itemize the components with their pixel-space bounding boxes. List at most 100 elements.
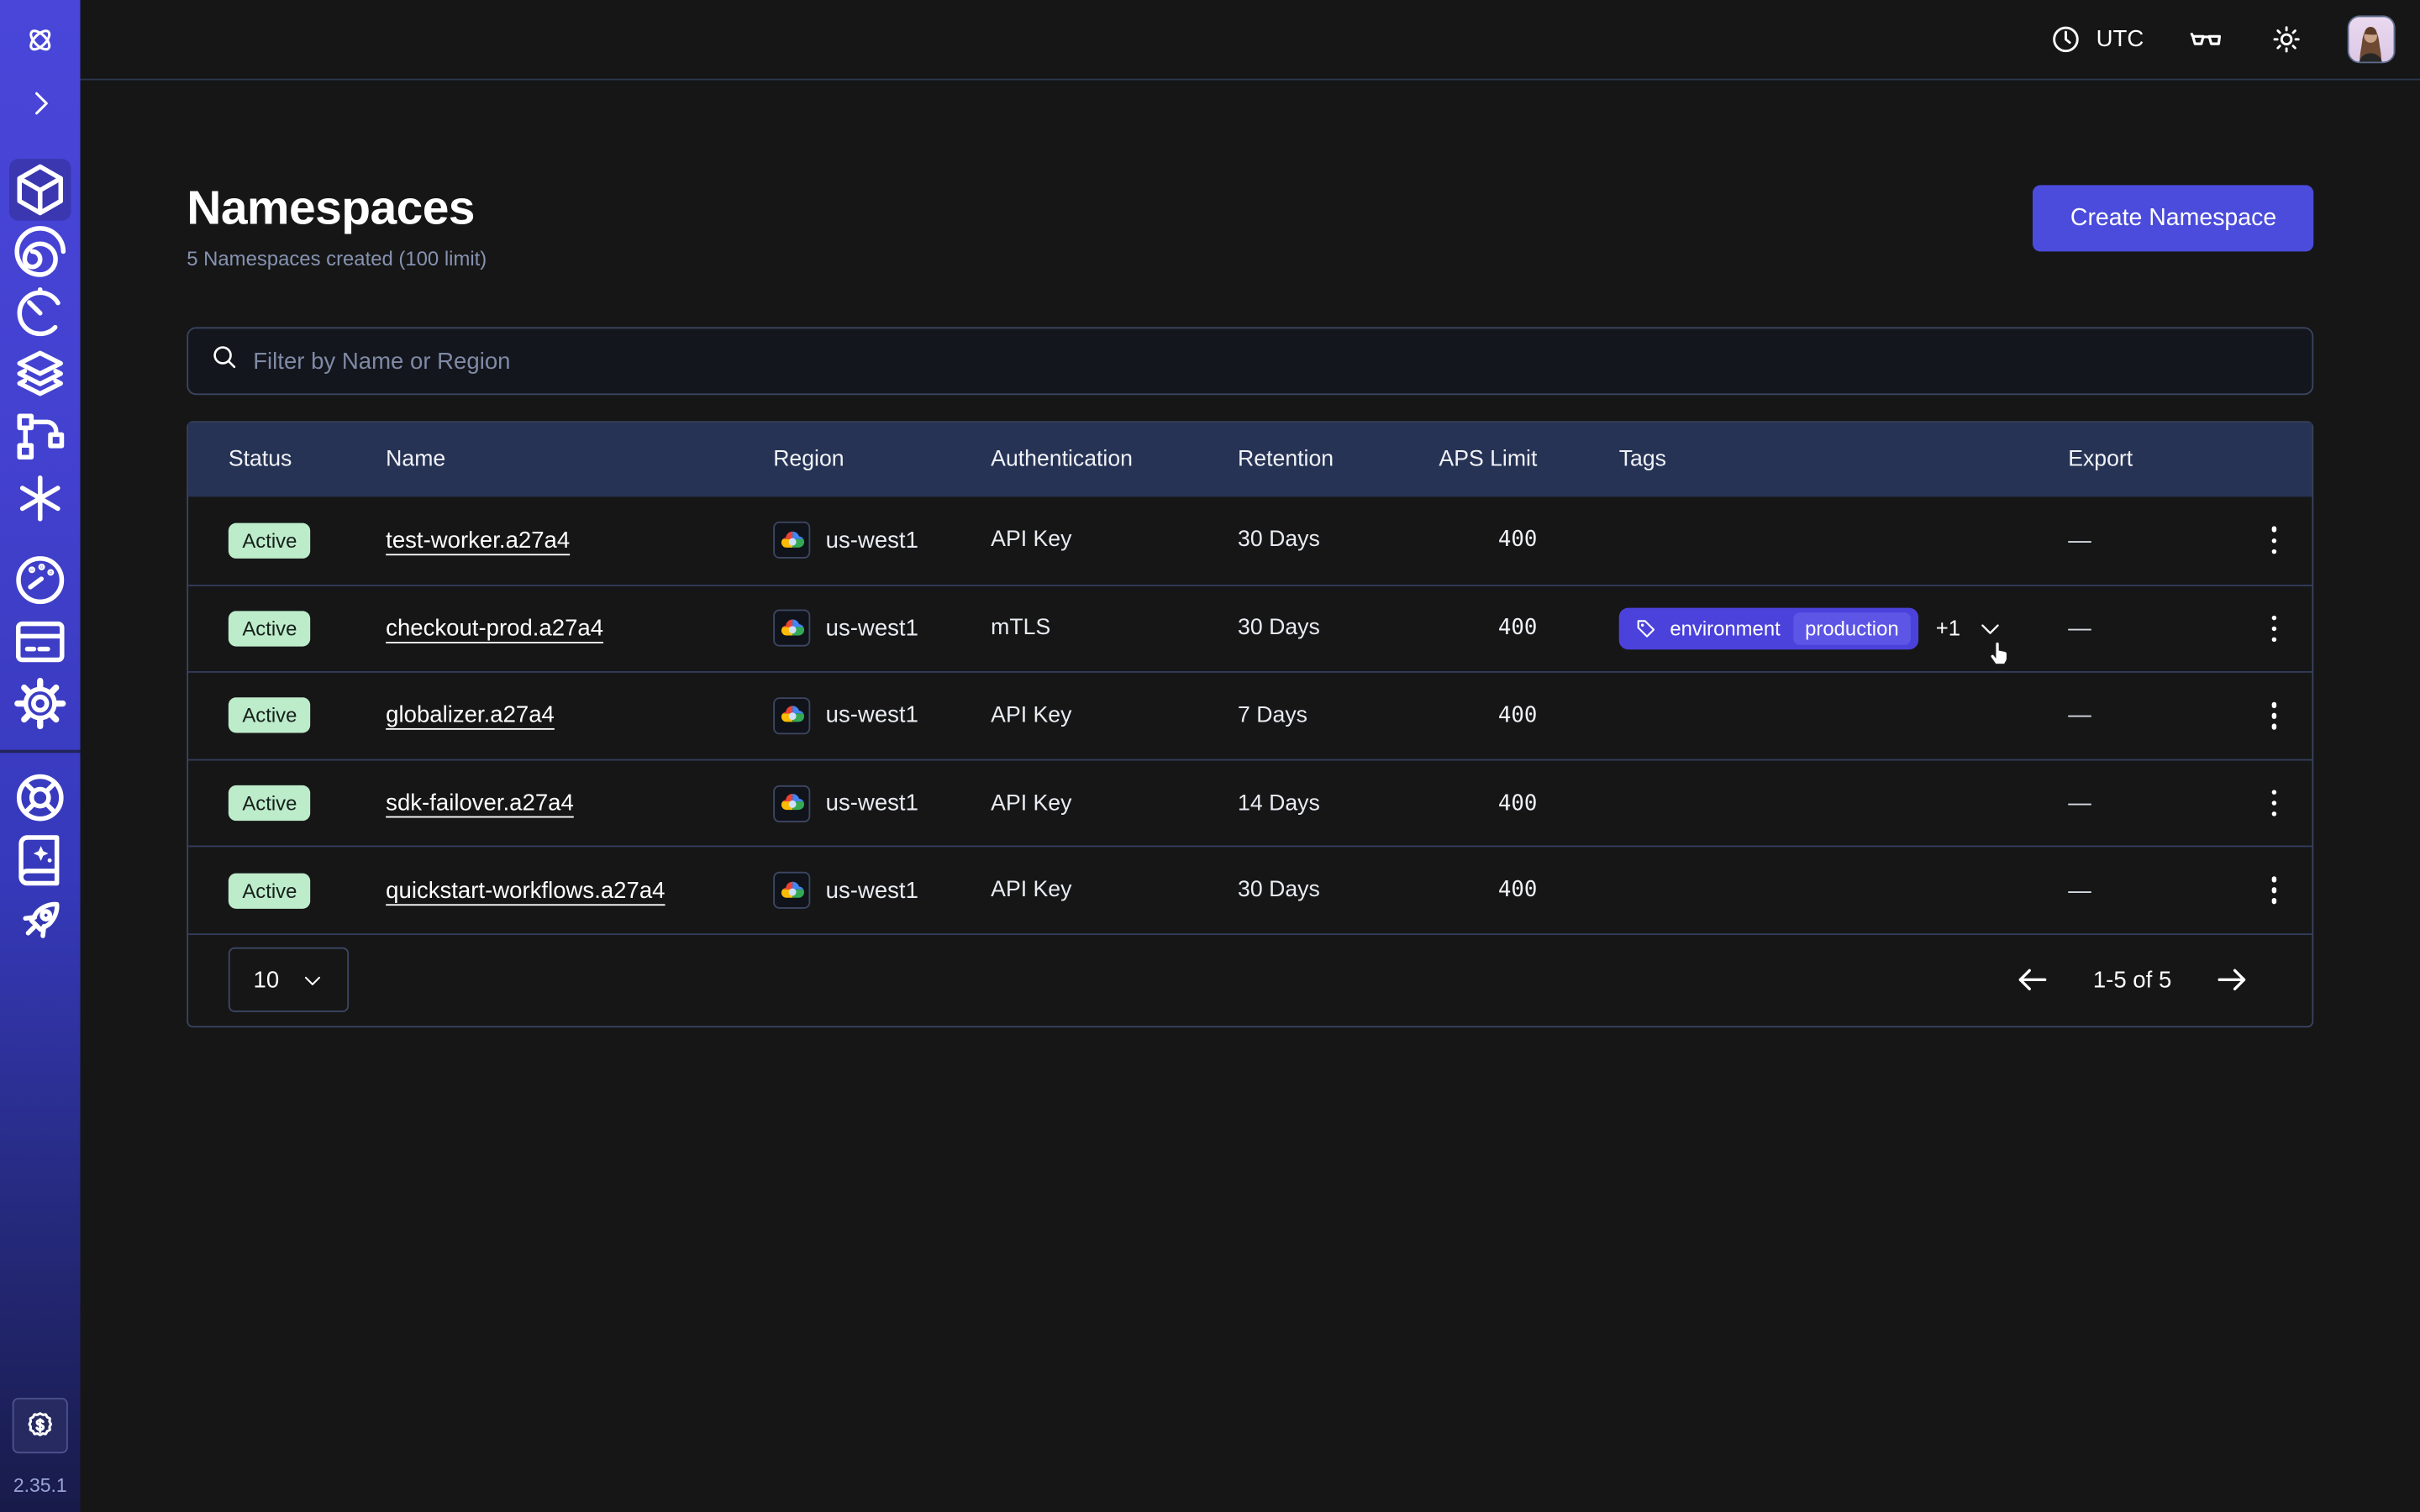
tag-value: production: [1792, 612, 1911, 645]
gcp-cloud-icon: [773, 522, 810, 559]
nav-book-sparkle-icon[interactable]: [9, 828, 71, 890]
aps-limit-value: 400: [1423, 617, 1537, 641]
table-row[interactable]: Active globalizer.a27a4 us-west1: [188, 671, 2312, 759]
nav-timer-icon[interactable]: [9, 282, 71, 344]
namespaces-table: Status Name Region Authentication Retent…: [187, 421, 2313, 1027]
row-menu-kebab-icon[interactable]: [2265, 609, 2283, 648]
column-header-status: Status: [229, 448, 386, 472]
region-label: us-west1: [826, 616, 918, 642]
nav-graph-icon[interactable]: [9, 406, 71, 467]
row-menu-kebab-icon[interactable]: [2265, 696, 2283, 736]
auth-method: API Key: [991, 528, 1238, 553]
retention-value: 14 Days: [1238, 790, 1423, 815]
column-header-authentication: Authentication: [991, 448, 1238, 472]
expand-chevron-icon[interactable]: [22, 85, 59, 122]
row-menu-kebab-icon[interactable]: [2265, 870, 2283, 910]
filter-input[interactable]: [253, 348, 2290, 374]
region-label: us-west1: [826, 528, 918, 554]
namespace-link[interactable]: test-worker.a27a4: [386, 528, 570, 554]
export-status: —: [2068, 877, 2239, 903]
page-subtitle: 5 Namespaces created (100 limit): [187, 247, 2313, 270]
row-menu-kebab-icon[interactable]: [2265, 521, 2283, 560]
table-row[interactable]: Active test-worker.a27a4 us-west1: [188, 496, 2312, 584]
auth-method: API Key: [991, 704, 1238, 728]
timezone-selector[interactable]: UTC: [2047, 21, 2144, 58]
gcp-cloud-icon: [773, 872, 810, 909]
aps-limit-value: 400: [1423, 528, 1537, 553]
auth-method: API Key: [991, 878, 1238, 902]
column-header-export: Export: [2068, 448, 2239, 472]
table-row[interactable]: Active checkout-prod.a27a4 us-west1: [188, 584, 2312, 671]
nav-gauge-icon[interactable]: [9, 549, 71, 611]
aps-limit-value: 400: [1423, 878, 1537, 902]
page-title: Namespaces: [187, 179, 2313, 238]
retention-value: 30 Days: [1238, 617, 1423, 641]
gcp-cloud-icon: [773, 697, 810, 734]
version-label: 2.35.1: [13, 1475, 67, 1497]
column-header-aps-limit: APS Limit: [1423, 448, 1537, 472]
clock-icon: [2047, 21, 2084, 58]
export-status: —: [2068, 528, 2239, 554]
status-badge: Active: [229, 873, 311, 908]
app-window: 2.35.1 UTC Namespaces 5: [0, 0, 2420, 1512]
namespace-link[interactable]: checkout-prod.a27a4: [386, 616, 603, 642]
status-badge: Active: [229, 611, 311, 646]
next-page-button[interactable]: [2213, 962, 2250, 999]
temporal-logo-icon[interactable]: [22, 22, 59, 59]
chevron-down-icon: [301, 969, 324, 992]
timezone-label: UTC: [2096, 26, 2144, 52]
namespace-link[interactable]: globalizer.a27a4: [386, 703, 555, 729]
namespace-link[interactable]: sdk-failover.a27a4: [386, 790, 574, 816]
status-badge: Active: [229, 522, 311, 558]
page-size-value: 10: [254, 968, 280, 994]
nav-ship-wheel-icon[interactable]: [9, 767, 71, 828]
aps-limit-value: 400: [1423, 790, 1537, 815]
table-header-row: Status Name Region Authentication Retent…: [188, 423, 2312, 496]
status-badge: Active: [229, 785, 311, 821]
column-header-tags: Tags: [1619, 448, 2068, 472]
pagination-range: 1-5 of 5: [2093, 968, 2171, 994]
column-header-name: Name: [386, 448, 773, 472]
credits-button[interactable]: [13, 1398, 68, 1453]
region-label: us-west1: [826, 790, 918, 816]
row-menu-kebab-icon[interactable]: [2265, 783, 2283, 822]
namespace-link[interactable]: quickstart-workflows.a27a4: [386, 877, 665, 903]
export-status: —: [2068, 790, 2239, 816]
column-header-retention: Retention: [1238, 448, 1423, 472]
table-row[interactable]: Active quickstart-workflows.a27a4 us-wes…: [188, 846, 2312, 933]
table-body: Active test-worker.a27a4 us-west1: [188, 496, 2312, 933]
auth-method: API Key: [991, 790, 1238, 815]
sidebar-footer: 2.35.1: [13, 1398, 68, 1512]
nav-gear-icon[interactable]: [9, 673, 71, 734]
nav-layers-icon[interactable]: [9, 344, 71, 406]
tag-pill[interactable]: environment production: [1619, 607, 1919, 649]
create-namespace-button[interactable]: Create Namespace: [2033, 185, 2313, 251]
retention-value: 30 Days: [1238, 878, 1423, 902]
prev-page-button[interactable]: [2014, 962, 2051, 999]
tags-group: environment production +1: [1619, 607, 2068, 649]
tag-icon: [1634, 617, 1658, 640]
nav-cube-icon[interactable]: [9, 159, 71, 220]
nav-asterisk-icon[interactable]: [9, 468, 71, 529]
nav-rocket-icon[interactable]: [9, 890, 71, 952]
status-badge: Active: [229, 698, 311, 733]
auth-method: mTLS: [991, 617, 1238, 641]
column-header-region: Region: [773, 448, 991, 472]
region-label: us-west1: [826, 703, 918, 729]
table-footer: 10 1-5 of 5: [188, 933, 2312, 1026]
tags-expand-chevron-icon[interactable]: [1977, 616, 2003, 642]
aps-limit-value: 400: [1423, 704, 1537, 728]
page-size-select[interactable]: 10: [229, 948, 349, 1013]
export-status: —: [2068, 703, 2239, 729]
sidebar-divider: [0, 750, 81, 753]
region-label: us-west1: [826, 877, 918, 903]
glasses-icon[interactable]: [2187, 21, 2224, 58]
sun-icon[interactable]: [2267, 21, 2304, 58]
nav-spiral-icon[interactable]: [9, 221, 71, 282]
user-avatar[interactable]: [2348, 15, 2396, 63]
retention-value: 7 Days: [1238, 704, 1423, 728]
table-row[interactable]: Active sdk-failover.a27a4 us-west1: [188, 759, 2312, 846]
tags-more-count: +1: [1936, 617, 1960, 641]
filter-bar: [187, 327, 2313, 395]
nav-billing-card-icon[interactable]: [9, 611, 71, 672]
